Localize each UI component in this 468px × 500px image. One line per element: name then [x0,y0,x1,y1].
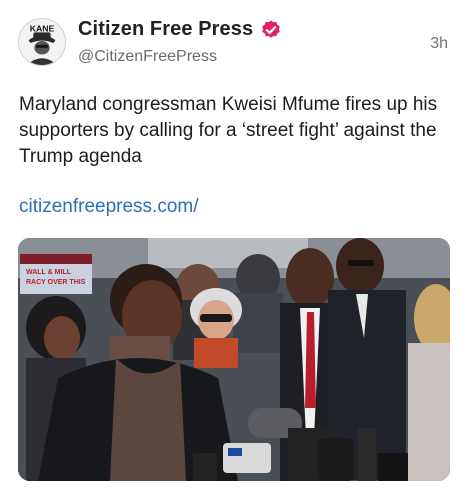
sign-text-1: WALL & MILL [26,269,72,276]
press-conference-photo: WALL & MILL RACY OVER THIS [18,238,450,481]
avatar-image: KANE [19,19,65,65]
post-timestamp[interactable]: 3h [430,35,448,53]
author-name-row: Citizen Free Press [78,18,282,41]
sign-text-2: RACY OVER THIS [26,279,86,286]
author-avatar[interactable]: KANE [18,18,66,66]
author-display-name[interactable]: Citizen Free Press [78,18,253,41]
post-card[interactable]: KANE Citizen Free Press @CitizenFreePres… [0,0,468,500]
avatar-text: KANE [30,23,55,33]
verified-badge-icon [262,19,281,38]
author-handle[interactable]: @CitizenFreePress [78,48,217,66]
post-text: Maryland congressman Kweisi Mfume fires … [19,94,438,167]
post-photo[interactable]: WALL & MILL RACY OVER THIS [18,238,450,481]
post-link[interactable]: citizenfreepress.com/ [19,196,199,218]
